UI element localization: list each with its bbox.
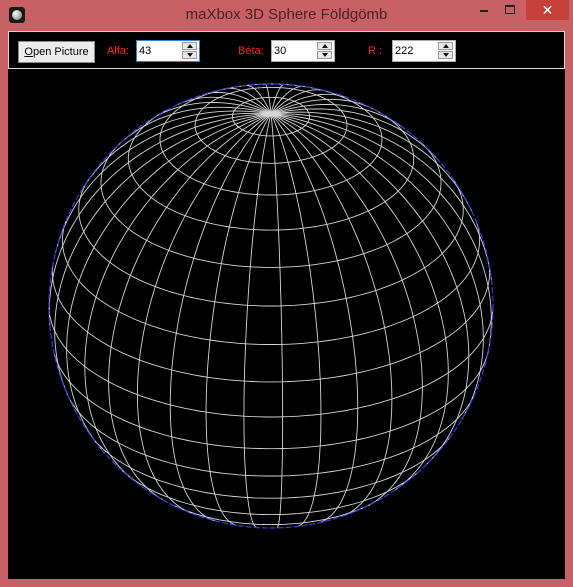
application-window: maXbox 3D Sphere Földgömb ✕ Open Picture… [0, 0, 573, 587]
alfa-up-arrow-icon[interactable] [182, 42, 197, 50]
alfa-spinedit[interactable] [136, 40, 200, 62]
toolbar-panel: Open Picture Alfa: Béta: R : [8, 31, 565, 69]
radius-down-arrow-icon[interactable] [438, 51, 453, 59]
beta-input[interactable] [274, 43, 318, 59]
canvas-background [8, 69, 565, 579]
alfa-input[interactable] [139, 43, 183, 59]
beta-up-arrow-icon[interactable] [317, 42, 332, 50]
open-picture-button[interactable]: Open Picture [18, 41, 95, 63]
alfa-label: Alfa: [107, 45, 130, 57]
radius-spinedit[interactable] [392, 40, 456, 62]
open-picture-label: pen Picture [32, 46, 89, 58]
beta-label: Béta: [238, 45, 264, 57]
minimize-button[interactable] [471, 0, 497, 20]
client-area: Open Picture Alfa: Béta: R : [8, 31, 565, 579]
radius-up-arrow-icon[interactable] [438, 42, 453, 50]
beta-down-arrow-icon[interactable] [317, 51, 332, 59]
title-bar[interactable]: maXbox 3D Sphere Földgömb ✕ [0, 0, 573, 30]
close-icon: ✕ [541, 2, 554, 18]
radius-input[interactable] [395, 43, 439, 59]
maximize-button[interactable] [497, 0, 523, 20]
alfa-down-arrow-icon[interactable] [182, 51, 197, 59]
sphere-canvas[interactable] [8, 69, 565, 579]
close-button[interactable]: ✕ [526, 0, 569, 20]
radius-label: R : [368, 45, 383, 57]
open-picture-accelerator: O [24, 46, 33, 58]
beta-spinedit[interactable] [271, 40, 335, 62]
